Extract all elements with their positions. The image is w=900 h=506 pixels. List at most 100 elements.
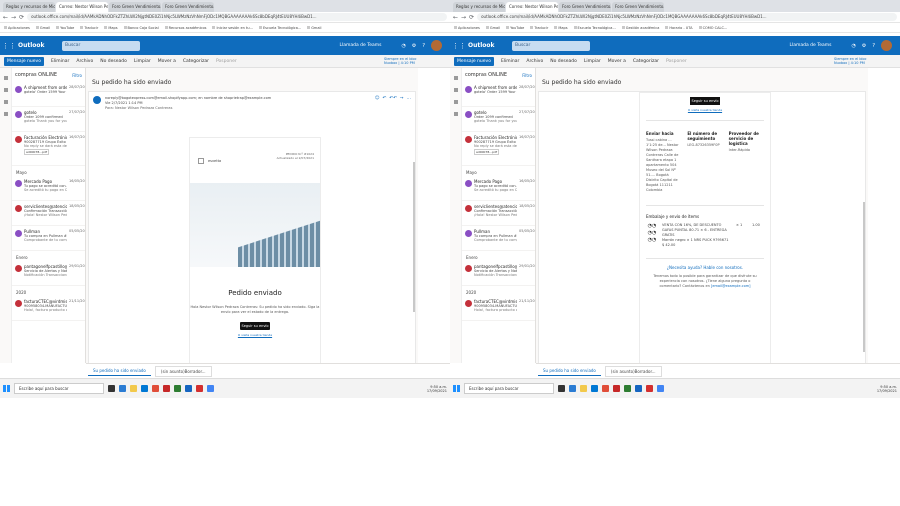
search-input[interactable]: Buscar xyxy=(512,40,590,51)
list-item[interactable]: Mercado Pago Tu pago se acreditó con... Se… xyxy=(462,176,535,201)
word-icon[interactable] xyxy=(185,385,192,392)
files-icon[interactable] xyxy=(454,112,458,116)
mail-icon[interactable] xyxy=(4,76,8,80)
list-item[interactable]: pantagonelfpcastillo@alexandertoast...Se… xyxy=(12,261,85,286)
categorize-button[interactable]: Categorizar xyxy=(183,59,209,64)
office-icon[interactable] xyxy=(602,385,609,392)
archive-button[interactable]: Archivo xyxy=(526,59,543,64)
new-message-button[interactable]: Mensaje nuevo xyxy=(4,56,44,66)
list-item[interactable]: Facturación Electrónica Grupo E...900287… xyxy=(462,132,535,166)
attachment-chip[interactable]: ad00078...pdf xyxy=(24,149,50,155)
track-shipment-button[interactable]: Seguir su envío xyxy=(240,322,270,330)
reply-icon[interactable]: ↶ xyxy=(382,96,386,111)
list-item[interactable]: pantagonelfpcastillo@alexandertoast...Se… xyxy=(462,261,535,286)
mail-app-icon[interactable] xyxy=(591,385,598,392)
list-item[interactable]: PullmanTu compra en Pullman #1...Comprob… xyxy=(12,226,85,251)
taskbar-search[interactable]: Escribe aquí para buscar xyxy=(14,383,104,394)
mail-app-icon[interactable] xyxy=(141,385,148,392)
reload-icon[interactable]: ⟳ xyxy=(469,14,474,21)
bookmark[interactable]: Aplicaciones xyxy=(4,26,30,30)
browser-tab-active[interactable]: Correo: Nestor Wilson Pedraza... xyxy=(56,2,108,12)
bookmark[interactable]: Aplicaciones xyxy=(454,26,480,30)
bookmark[interactable]: YouTube xyxy=(56,26,74,30)
gear-icon[interactable]: ⚙ xyxy=(412,43,416,49)
app-launcher-icon[interactable]: ⋮⋮ xyxy=(450,42,468,50)
url-field[interactable]: outlook.office.com/mail/id/AAMkADNhODFkZ… xyxy=(27,13,447,21)
bookmark[interactable]: Traducir xyxy=(530,26,548,30)
bell-icon[interactable]: ◔ xyxy=(401,43,405,49)
draft-tab-active[interactable]: Su pedido ha sido enviado xyxy=(538,366,601,376)
bookmark[interactable]: Banco Caja Social xyxy=(124,26,159,30)
filter-button[interactable]: Filtro xyxy=(72,73,82,78)
bookmark[interactable]: Maps xyxy=(554,26,567,30)
move-to-button[interactable]: Mover a xyxy=(608,59,626,64)
sweep-button[interactable]: Limpiar xyxy=(134,59,151,64)
browser-tab[interactable]: Foro Green Vendimiento.org xyxy=(559,2,611,12)
bookmark[interactable]: Maps xyxy=(104,26,117,30)
list-item[interactable]: serviclientes@atenciondirecta.com.coConf… xyxy=(12,201,85,226)
browser-tab[interactable]: Foro Green Vendimiento.org xyxy=(109,2,161,12)
bookmark[interactable]: YouTube xyxy=(506,26,524,30)
clock-date[interactable]: 17/09/2021 xyxy=(427,389,447,393)
visit-store-link[interactable]: O visita nuestra tienda xyxy=(640,108,770,112)
list-item[interactable]: gotelo Order 1099 confirmed gotelo Thank y… xyxy=(12,107,85,132)
teams-call-button[interactable]: Llamada de Teams xyxy=(789,43,831,48)
new-message-button[interactable]: Mensaje nuevo xyxy=(454,56,494,66)
filter-button[interactable]: Filtro xyxy=(522,73,532,78)
move-to-button[interactable]: Mover a xyxy=(158,59,176,64)
windows-start-icon[interactable] xyxy=(453,385,460,392)
bookmark[interactable]: Escuela Tecnológica... xyxy=(574,26,616,30)
browser-tab-active[interactable]: Correo: Nestor Wilson Pedraza... xyxy=(506,2,558,12)
bookmark[interactable]: Escuela Tecnológica... xyxy=(259,26,301,30)
gear-icon[interactable]: ⚙ xyxy=(862,43,866,49)
list-item[interactable]: Mercado Pago Tu pago se acreditó con... Se… xyxy=(12,176,85,201)
reload-icon[interactable]: ⟳ xyxy=(19,14,24,21)
search-input[interactable]: Buscar xyxy=(62,40,140,51)
junk-button[interactable]: No deseado xyxy=(550,59,577,64)
calendar-icon[interactable] xyxy=(454,88,458,92)
avatar[interactable] xyxy=(431,40,442,51)
media-icon[interactable] xyxy=(196,385,203,392)
list-item[interactable]: facturaCTEC@virdmis@entrada...900958034-… xyxy=(462,296,535,321)
sweep-button[interactable]: Limpiar xyxy=(584,59,601,64)
draft-tab[interactable]: (sin asunto)Borrador... xyxy=(604,365,662,377)
delete-button[interactable]: Eliminar xyxy=(51,59,69,64)
bell-icon[interactable]: ◔ xyxy=(851,43,855,49)
explorer-icon[interactable] xyxy=(580,385,587,392)
bookmark[interactable]: Gmail xyxy=(307,26,321,30)
clock-time[interactable]: 9:50 a.m. xyxy=(877,385,897,389)
reply-all-icon[interactable]: ↶↶ xyxy=(389,96,397,111)
calendar-notice[interactable]: Siempre en el bloc Nuxbox | 4:10 PM xyxy=(834,57,870,65)
list-item[interactable]: Facturación Electrónica Grupo E...900287… xyxy=(12,132,85,166)
people-icon[interactable] xyxy=(454,100,458,104)
people-icon[interactable] xyxy=(4,100,8,104)
draft-tab[interactable]: (sin asunto)Borrador... xyxy=(154,365,212,377)
back-icon[interactable]: ← xyxy=(3,14,8,21)
list-item[interactable]: A shipment from order '...gotelo' Order … xyxy=(462,82,535,107)
emoji-icon[interactable]: ☺ xyxy=(375,96,380,111)
calendar-notice[interactable]: Siempre en el bloc Nuxbox | 4:10 PM xyxy=(384,57,420,65)
task-view-icon[interactable] xyxy=(108,385,115,392)
tracking-number[interactable]: LEG-87326359F0P xyxy=(687,143,719,147)
clock-date[interactable]: 17/09/2021 xyxy=(877,389,897,393)
browser-tab[interactable]: Reglas y recursos de Microsoft... xyxy=(3,2,55,12)
list-item[interactable]: gotelo Order 1099 confirmed gotelo Thank y… xyxy=(462,107,535,132)
browser-tab[interactable]: Foro Green Vendimiento.org xyxy=(162,2,214,12)
list-item[interactable]: serviclientes@atenciondirecta.com.coConf… xyxy=(462,201,535,226)
pdf-icon[interactable] xyxy=(613,385,620,392)
url-field[interactable]: outlook.office.com/mail/id/AAMkADNhODFkZ… xyxy=(477,13,897,21)
mail-icon[interactable] xyxy=(454,76,458,80)
media-icon[interactable] xyxy=(646,385,653,392)
forward-icon[interactable]: → xyxy=(461,14,466,21)
forward-icon[interactable]: → xyxy=(400,96,404,111)
list-item[interactable]: facturaCTEC@virdmis@entrada...900958034-… xyxy=(12,296,85,321)
avatar[interactable] xyxy=(881,40,892,51)
help-icon[interactable]: ? xyxy=(422,43,425,49)
browser-tab[interactable]: Foro Green Vendimiento.org xyxy=(612,2,664,12)
bookmark[interactable]: COMO CALC... xyxy=(699,26,728,30)
taskbar-search[interactable]: Escribe aquí para buscar xyxy=(464,383,554,394)
task-view-icon[interactable] xyxy=(558,385,565,392)
bookmark[interactable]: Horario - UTA xyxy=(665,26,692,30)
chrome-icon[interactable] xyxy=(657,385,664,392)
edge-icon[interactable] xyxy=(569,385,576,392)
